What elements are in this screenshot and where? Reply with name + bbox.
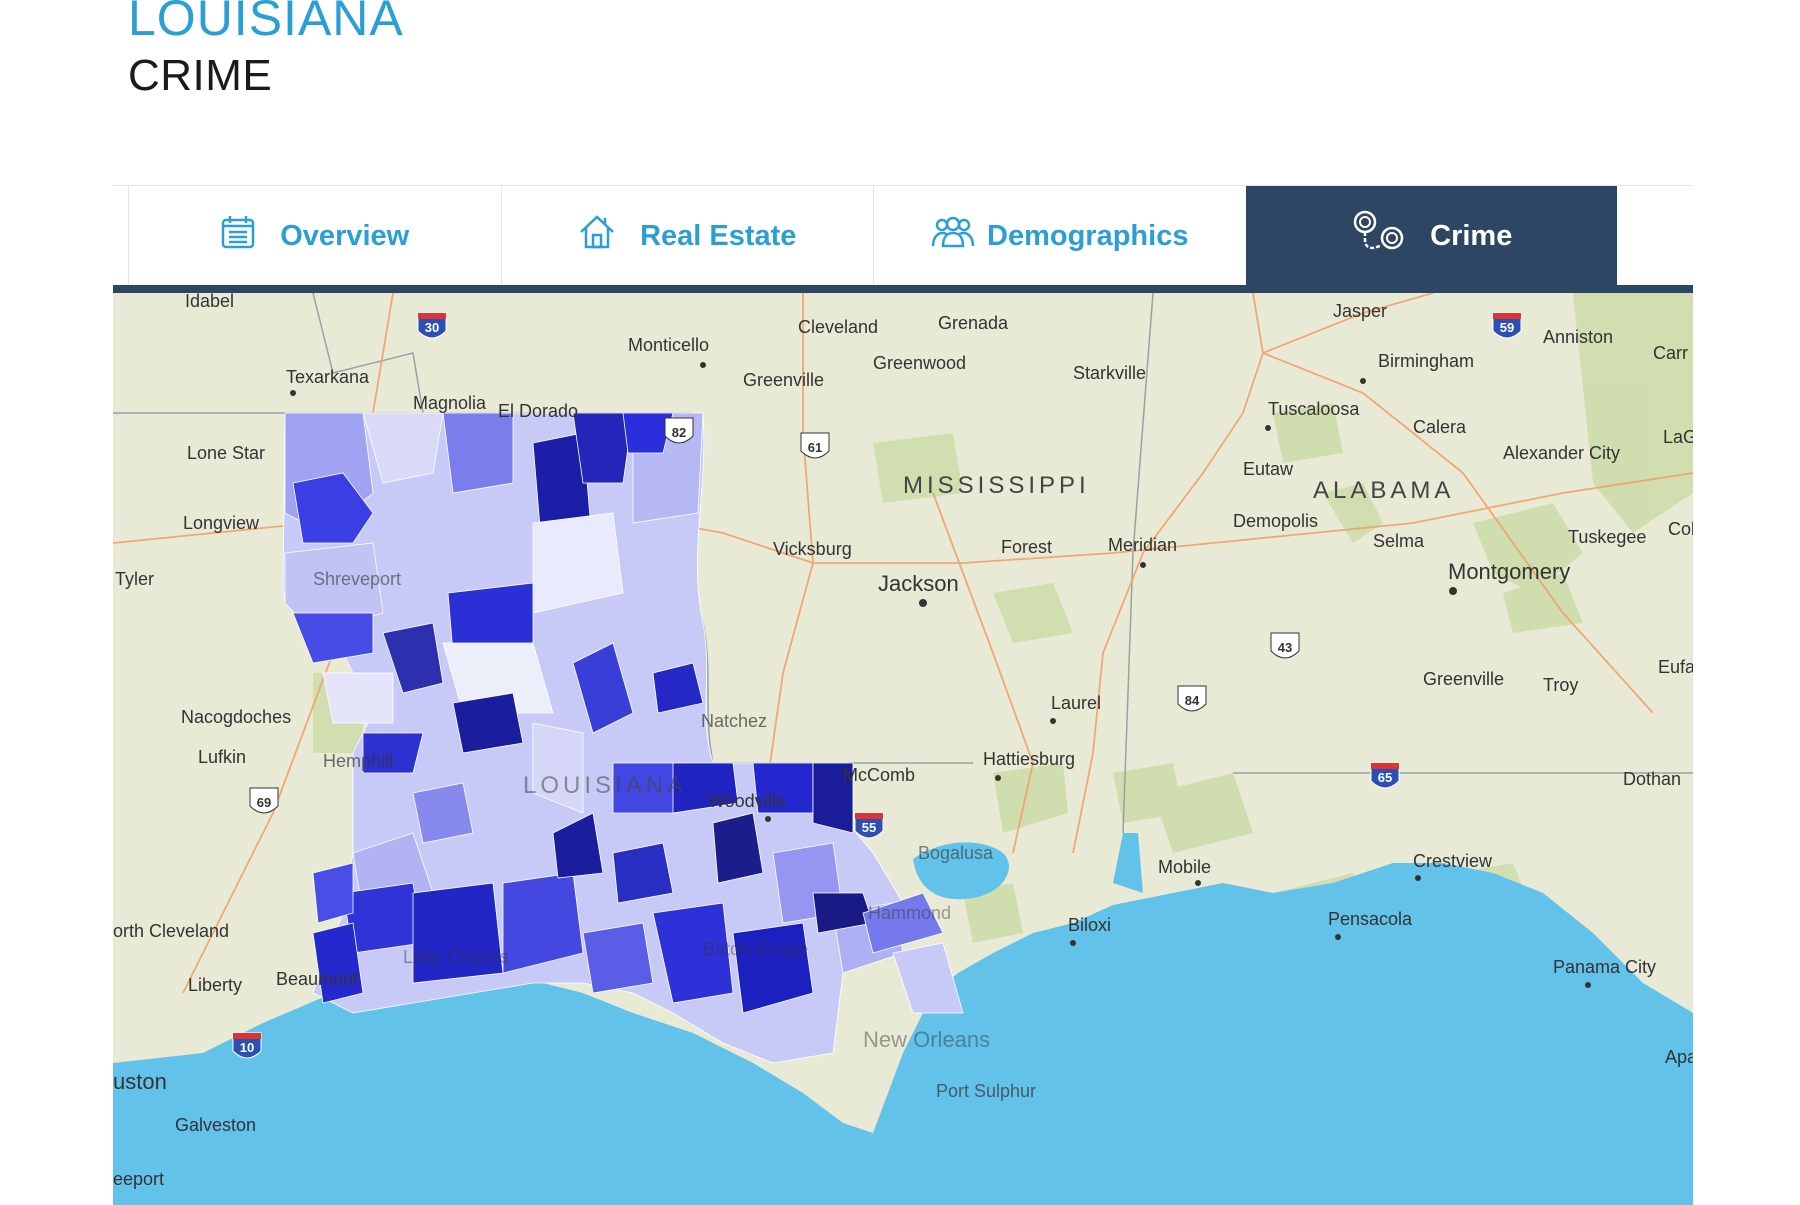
svg-text:Laurel: Laurel [1051,693,1101,713]
svg-text:Lone Star: Lone Star [187,443,265,463]
svg-text:55: 55 [862,820,876,835]
svg-text:Greenwood: Greenwood [873,353,966,373]
svg-text:Montgomery: Montgomery [1448,559,1570,584]
svg-text:Crestview: Crestview [1413,851,1493,871]
state-label-mississippi: MISSISSIPPI [903,472,1090,499]
svg-text:eeport: eeport [113,1169,164,1189]
house-icon [578,214,616,258]
svg-text:Anniston: Anniston [1543,327,1613,347]
svg-text:Tyler: Tyler [115,569,154,589]
svg-text:Birmingham: Birmingham [1378,351,1474,371]
svg-text:Eutaw: Eutaw [1243,459,1294,479]
svg-text:New Orleans: New Orleans [863,1027,990,1052]
svg-text:Troy: Troy [1543,675,1578,695]
svg-text:Texarkana: Texarkana [286,367,370,387]
svg-text:Apal: Apal [1665,1047,1693,1067]
svg-text:Dothan: Dothan [1623,769,1681,789]
page-title-state: LOUISIANA [128,0,404,46]
svg-text:Monticello: Monticello [628,335,709,355]
svg-text:Bogalusa: Bogalusa [918,843,994,863]
svg-text:Liberty: Liberty [188,975,242,995]
svg-text:Lake Charles: Lake Charles [403,947,509,967]
svg-text:10: 10 [240,1040,254,1055]
tab-bar: Overview Real Estate Demographics Crime [128,186,1655,286]
svg-text:Natchez: Natchez [701,711,767,731]
svg-text:Hattiesburg: Hattiesburg [983,749,1075,769]
svg-text:McComb: McComb [843,765,915,785]
svg-text:Hemphill: Hemphill [323,751,393,771]
svg-text:Nacogdoches: Nacogdoches [181,707,291,727]
svg-text:Longview: Longview [183,513,260,533]
page-title-topic: CRIME [128,51,273,100]
svg-text:43: 43 [1278,640,1292,655]
svg-text:Jackson: Jackson [878,571,959,596]
tab-label-crime: Crime [1430,219,1513,252]
svg-text:30: 30 [425,320,439,335]
tab-overview[interactable]: Overview [128,186,501,286]
svg-text:Greenville: Greenville [743,370,824,390]
svg-text:82: 82 [672,425,686,440]
svg-text:Tuskegee: Tuskegee [1568,527,1646,547]
tab-label-demographics: Demographics [987,219,1189,252]
svg-text:Hammond: Hammond [868,903,951,923]
map-canvas: MISSISSIPPI ALABAMA LOUISIANA Idabel Cle… [113,293,1693,1205]
svg-text:Grenada: Grenada [938,313,1009,333]
svg-text:Meridian: Meridian [1108,535,1177,555]
svg-text:69: 69 [257,795,271,810]
tab-demographics[interactable]: Demographics [873,186,1246,286]
svg-text:84: 84 [1185,693,1200,708]
svg-text:Shreveport: Shreveport [313,569,401,589]
svg-text:Mobile: Mobile [1158,857,1211,877]
svg-text:Biloxi: Biloxi [1068,915,1111,935]
crime-map[interactable]: MISSISSIPPI ALABAMA LOUISIANA Idabel Cle… [113,293,1693,1205]
svg-text:Jasper: Jasper [1333,301,1387,321]
svg-text:El Dorado: El Dorado [498,401,578,421]
svg-text:Alexander City: Alexander City [1503,443,1620,463]
svg-text:Calera: Calera [1413,417,1467,437]
svg-text:uston: uston [113,1069,167,1094]
tab-real-estate[interactable]: Real Estate [500,186,874,286]
tab-label-real-estate: Real Estate [640,219,797,252]
svg-text:LaG: LaG [1663,427,1693,447]
svg-text:61: 61 [808,440,822,455]
svg-text:Demopolis: Demopolis [1233,511,1318,531]
svg-text:Port Sulphur: Port Sulphur [936,1081,1036,1101]
svg-text:orth Cleveland: orth Cleveland [113,921,229,941]
state-label-louisiana: LOUISIANA [523,772,687,799]
calendar-icon [220,215,256,257]
svg-text:Selma: Selma [1373,531,1425,551]
people-icon [931,216,975,256]
svg-text:Carr: Carr [1653,343,1688,363]
svg-text:Forest: Forest [1001,537,1052,557]
tab-label-overview: Overview [280,219,410,252]
svg-text:Lufkin: Lufkin [198,747,246,767]
svg-text:Tuscaloosa: Tuscaloosa [1268,399,1360,419]
svg-text:65: 65 [1378,770,1392,785]
svg-text:Starkville: Starkville [1073,363,1146,383]
svg-text:Pensacola: Pensacola [1328,909,1413,929]
svg-text:Magnolia: Magnolia [413,393,487,413]
svg-text:Beaumont: Beaumont [276,969,358,989]
svg-text:Baton Rouge: Baton Rouge [703,939,808,959]
svg-text:Eufa: Eufa [1658,657,1693,677]
svg-text:Panama City: Panama City [1553,957,1656,977]
svg-text:Galveston: Galveston [175,1115,256,1135]
svg-text:Vicksburg: Vicksburg [773,539,852,559]
svg-text:Idabel: Idabel [185,293,234,311]
svg-text:Col: Col [1668,519,1693,539]
tab-crime[interactable]: Crime [1245,186,1617,286]
handcuffs-icon [1350,210,1406,262]
tab-underline [113,285,1693,293]
state-label-alabama: ALABAMA [1313,477,1454,504]
svg-text:Woodville: Woodville [708,791,786,811]
svg-text:Cleveland: Cleveland [798,317,878,337]
svg-text:Greenville: Greenville [1423,669,1504,689]
svg-text:59: 59 [1500,320,1514,335]
